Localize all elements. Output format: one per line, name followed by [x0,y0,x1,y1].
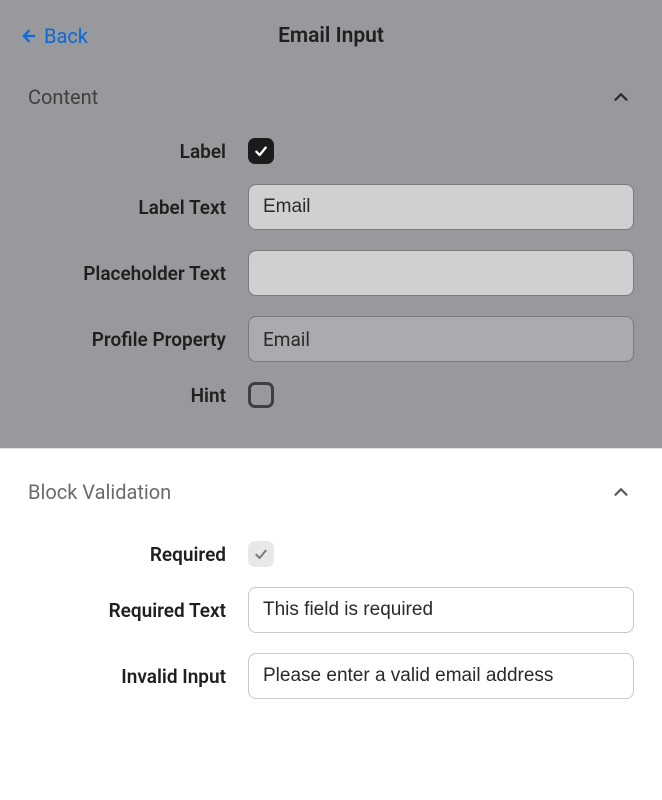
placeholder-text-label: Placeholder Text [28,262,226,285]
profile-property-select[interactable]: Email [248,316,634,362]
chevron-up-icon[interactable] [608,84,634,110]
row-profile-property: Profile Property Email [28,316,634,362]
validation-section-title: Block Validation [28,480,171,504]
required-text-label: Required Text [28,599,226,622]
hint-label: Hint [28,384,226,407]
row-invalid-input: Invalid Input [28,653,634,699]
row-required: Required [28,541,634,567]
back-label: Back [44,24,88,48]
required-checkbox[interactable] [248,541,274,567]
validation-section-header[interactable]: Block Validation [0,449,662,541]
required-text-input[interactable] [248,587,634,633]
profile-property-label: Profile Property [28,328,226,351]
invalid-input-label: Invalid Input [28,665,226,688]
content-section-panel: Back Email Input Content Label Label Tex… [0,0,662,448]
invalid-input-input[interactable] [248,653,634,699]
label-text-input[interactable] [248,184,634,230]
validation-form-rows: Required Required Text Invalid Input [0,541,662,699]
placeholder-text-input[interactable] [248,250,634,296]
chevron-up-icon[interactable] [608,479,634,505]
check-icon [253,546,269,562]
row-placeholder-text: Placeholder Text [28,250,634,296]
arrow-left-icon [20,27,38,45]
page-title: Email Input [278,24,384,48]
label-label: Label [28,140,226,163]
row-label: Label [28,138,634,164]
back-button[interactable]: Back [20,24,88,48]
hint-checkbox[interactable] [248,382,274,408]
content-section-title: Content [28,85,98,109]
required-label: Required [28,543,226,566]
row-hint: Hint [28,382,634,408]
header: Back Email Input [0,0,662,66]
validation-section-panel: Block Validation Required Required Text … [0,448,662,699]
profile-property-value: Email [263,328,310,351]
row-label-text: Label Text [28,184,634,230]
check-icon [253,143,269,159]
label-checkbox[interactable] [248,138,274,164]
content-form-rows: Label Label Text Placeholder Text Profil… [0,138,662,408]
row-required-text: Required Text [28,587,634,633]
content-section-header[interactable]: Content [0,66,662,138]
label-text-label: Label Text [28,196,226,219]
